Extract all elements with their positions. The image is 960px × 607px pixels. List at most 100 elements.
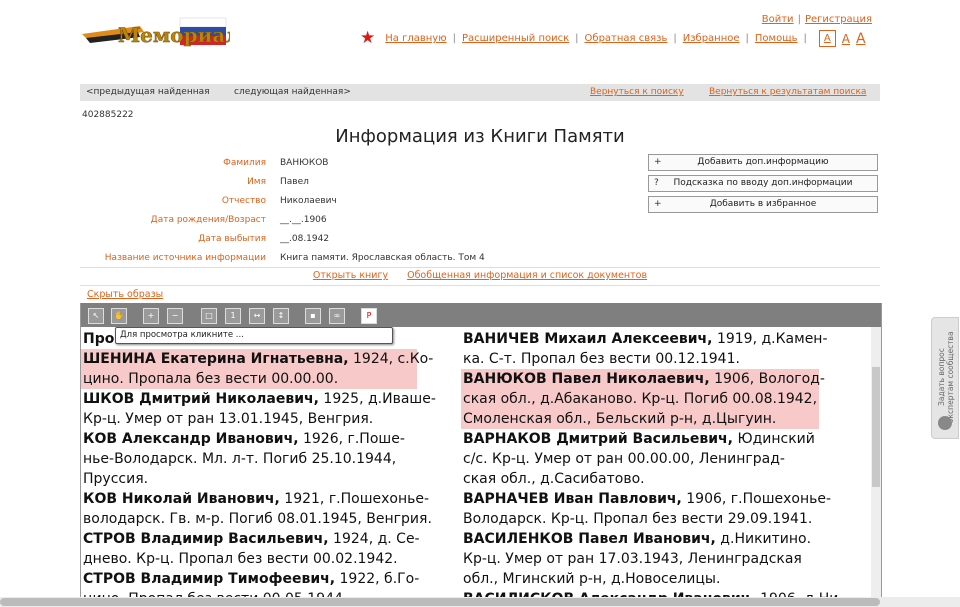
scan-name: КОВ Александр Иванович, [83, 431, 299, 447]
scan-name: ШКОВ Дмитрий Николаевич, [83, 391, 319, 407]
scan-line: ская обл., д.Сасибатово. [463, 469, 645, 489]
viewer-tooltip: Для просмотра кликните ... [115, 327, 393, 344]
scan-text: д.Никитино. [715, 531, 812, 547]
scan-name: ШЕНИНА Екатерина Игнатьевна, [83, 351, 349, 367]
scan-name: СТРОВ Владимир Тимофеевич, [83, 571, 336, 587]
hand-tool-icon[interactable]: ✋ [111, 308, 127, 324]
scan-text: цино. Пропала без вести 00.00.00. [83, 371, 339, 387]
page-title: Информация из Книги Памяти [335, 126, 625, 147]
ask-experts-tab[interactable]: Задать вопрос экспертам сообщества [931, 317, 959, 439]
zoom-in-icon[interactable]: + [143, 308, 159, 324]
field-value: __.__.1906 [280, 215, 327, 225]
scan-text: Кр-ц. Умер от ран 17.03.1943, Ленинградс… [463, 551, 802, 567]
scan-line: Про [83, 329, 114, 349]
scan-text: ка. С-т. Пропал без вести 00.12.1941. [463, 351, 740, 367]
scan-line: ВАНИЧЕВ Михаил Алексеевич, 1919, д.Камен… [463, 329, 828, 349]
summary-link[interactable]: Обобщенная информация и список документо… [407, 270, 647, 281]
scan-line: ВАРНАЧЕВ Иван Павлович, 1906, г.Пошехонь… [463, 489, 831, 509]
nav-feedback[interactable]: Обратная связь [585, 33, 668, 44]
scan-name: ВАНЮКОВ Павел Николаевич, [463, 371, 710, 387]
field-value: Книга памяти. Ярославская область. Том 4 [280, 253, 485, 263]
scan-text: Пруссия. [83, 471, 149, 487]
scan-line: Володарск. Кр-ц. Пропал без вести 29.09.… [463, 509, 812, 529]
scan-name: ВАНИЧЕВ Михаил Алексеевич, [463, 331, 713, 347]
divider [80, 267, 880, 268]
font-size-small[interactable]: A [818, 30, 836, 47]
pdf-icon[interactable]: P [361, 308, 377, 324]
scan-text: 1906, Вологод- [709, 371, 825, 387]
scan-text: ская обл., д.Абаканово. Кр-ц. Погиб 00.0… [463, 391, 818, 407]
field-label: Отчество [221, 196, 266, 206]
scan-line: Пруссия. [83, 469, 148, 489]
nav-advanced-search[interactable]: Расширенный поиск [462, 33, 569, 44]
prev-result-link[interactable]: <предыдущая найденная [86, 84, 210, 101]
save-icon[interactable]: ▪ [305, 308, 321, 324]
zoom-out-icon[interactable]: − [167, 308, 183, 324]
horizontal-scroll-thumb[interactable] [0, 598, 880, 606]
field-value: ВАНЮКОВ [280, 158, 329, 168]
vertical-scrollbar[interactable] [871, 327, 881, 607]
scan-text: 1925, д.Иваше- [318, 391, 436, 407]
hide-images-link[interactable]: Скрыть образы [87, 289, 163, 300]
button-label: Подсказка по вводу доп.информации [673, 178, 853, 188]
register-link[interactable]: Регистрация [805, 14, 872, 25]
open-book-link[interactable]: Открыть книгу [313, 270, 388, 281]
nav-home[interactable]: На главную [385, 33, 446, 44]
scan-line: днево. Кр-ц. Пропал без вести 00.02.1942… [83, 549, 398, 569]
scan-text: 1919, д.Камен- [712, 331, 828, 347]
document-viewer[interactable]: ↖ ✋ + − □ 1 ↔ ↕ ▪ ∞ P Для просмотра клик… [80, 303, 882, 607]
field-row: Фамилия ВАНЮКОВ [80, 154, 640, 173]
site-logo[interactable]: Мемориал [80, 12, 240, 52]
book-page-scan: Про ШЕНИНА Екатерина Игнатьевна, 1924, с.… [81, 327, 881, 607]
scan-line: Кр-ц. Умер от ран 17.03.1943, Ленинградс… [463, 549, 802, 569]
link-icon[interactable]: ∞ [329, 308, 345, 324]
scan-line: с/с. Кр-ц. Умер от ран 00.00.00, Ленингр… [463, 449, 785, 469]
add-to-favorites-button[interactable]: + Добавить в избранное [648, 196, 878, 213]
scan-name: СТРОВ Владимир Васильевич, [83, 531, 329, 547]
scan-line: ВАНЮКОВ Павел Николаевич, 1906, Вологод- [463, 369, 825, 389]
scan-text: 1922, б.Го- [335, 571, 420, 587]
field-row: Отчество Николаевич [80, 192, 640, 211]
scan-line: Смоленская обл., Бельский р-н, д.Цыгуин. [463, 409, 776, 429]
back-to-search-link[interactable]: Вернуться к поиску [590, 84, 684, 101]
actual-size-icon[interactable]: 1 [225, 308, 241, 324]
plus-icon: + [654, 199, 662, 209]
back-to-results-link[interactable]: Вернуться к результатам поиска [709, 84, 866, 101]
nav-favorites[interactable]: Избранное [683, 33, 740, 44]
scan-line: ШКОВ Дмитрий Николаевич, 1925, д.Иваше- [83, 389, 436, 409]
scan-text: Володарск. Кр-ц. Пропал без вести 29.09.… [463, 511, 813, 527]
login-link[interactable]: Войти [762, 14, 794, 25]
person-info: Фамилия ВАНЮКОВ Имя Павел Отчество Николаев… [80, 154, 640, 268]
field-value: Павел [280, 177, 309, 187]
next-result-link[interactable]: следующая найденная> [234, 84, 351, 101]
add-info-button[interactable]: + Добавить доп.информацию [648, 154, 878, 171]
scan-name: КОВ Николай Иванович, [83, 491, 280, 507]
record-id: 402885222 [82, 110, 134, 120]
field-label: Дата выбытия [198, 234, 266, 244]
nav-help[interactable]: Помощь [755, 33, 798, 44]
scan-text: Кр-ц. Умер от ран 13.01.1945, Венгрия. [83, 411, 374, 427]
font-size-large[interactable]: A [856, 31, 866, 47]
fit-height-icon[interactable]: ↕ [273, 308, 289, 324]
fit-width-icon[interactable]: ↔ [249, 308, 265, 324]
scan-line: Кр-ц. Умер от ран 13.01.1945, Венгрия. [83, 409, 373, 429]
field-value: __.08.1942 [280, 234, 330, 244]
field-value: Николаевич [280, 196, 337, 206]
book-links: Открыть книгу Обобщенная информация и сп… [80, 270, 880, 281]
scan-name: ВАРНАЧЕВ Иван Павлович, [463, 491, 682, 507]
scroll-thumb[interactable] [872, 367, 880, 487]
font-size-medium[interactable]: A [842, 32, 850, 46]
viewer-toolbar: ↖ ✋ + − □ 1 ↔ ↕ ▪ ∞ P [81, 303, 881, 327]
scan-text: 1906, г.Пошехонье- [681, 491, 832, 507]
select-tool-icon[interactable]: ↖ [88, 308, 104, 324]
plus-icon: + [654, 157, 662, 167]
scan-line: ВАСИЛЕНКОВ Павел Иванович, д.Никитино. [463, 529, 811, 549]
logo-graphic: Мемориал [82, 17, 240, 47]
scan-text: днево. Кр-ц. Пропал без вести 00.02.1942… [83, 551, 398, 567]
input-hint-button[interactable]: ? Подсказка по вводу доп.информации [648, 175, 878, 192]
scan-line: ская обл., д.Абаканово. Кр-ц. Погиб 00.0… [463, 389, 817, 409]
fit-page-icon[interactable]: □ [201, 308, 217, 324]
scan-line: нье-Володарск. Мл. л-т. Погиб 25.10.1944… [83, 449, 396, 469]
scan-text: Юдинский [733, 431, 815, 447]
scan-line: ВАРНАКОВ Дмитрий Васильевич, Юдинский [463, 429, 815, 449]
